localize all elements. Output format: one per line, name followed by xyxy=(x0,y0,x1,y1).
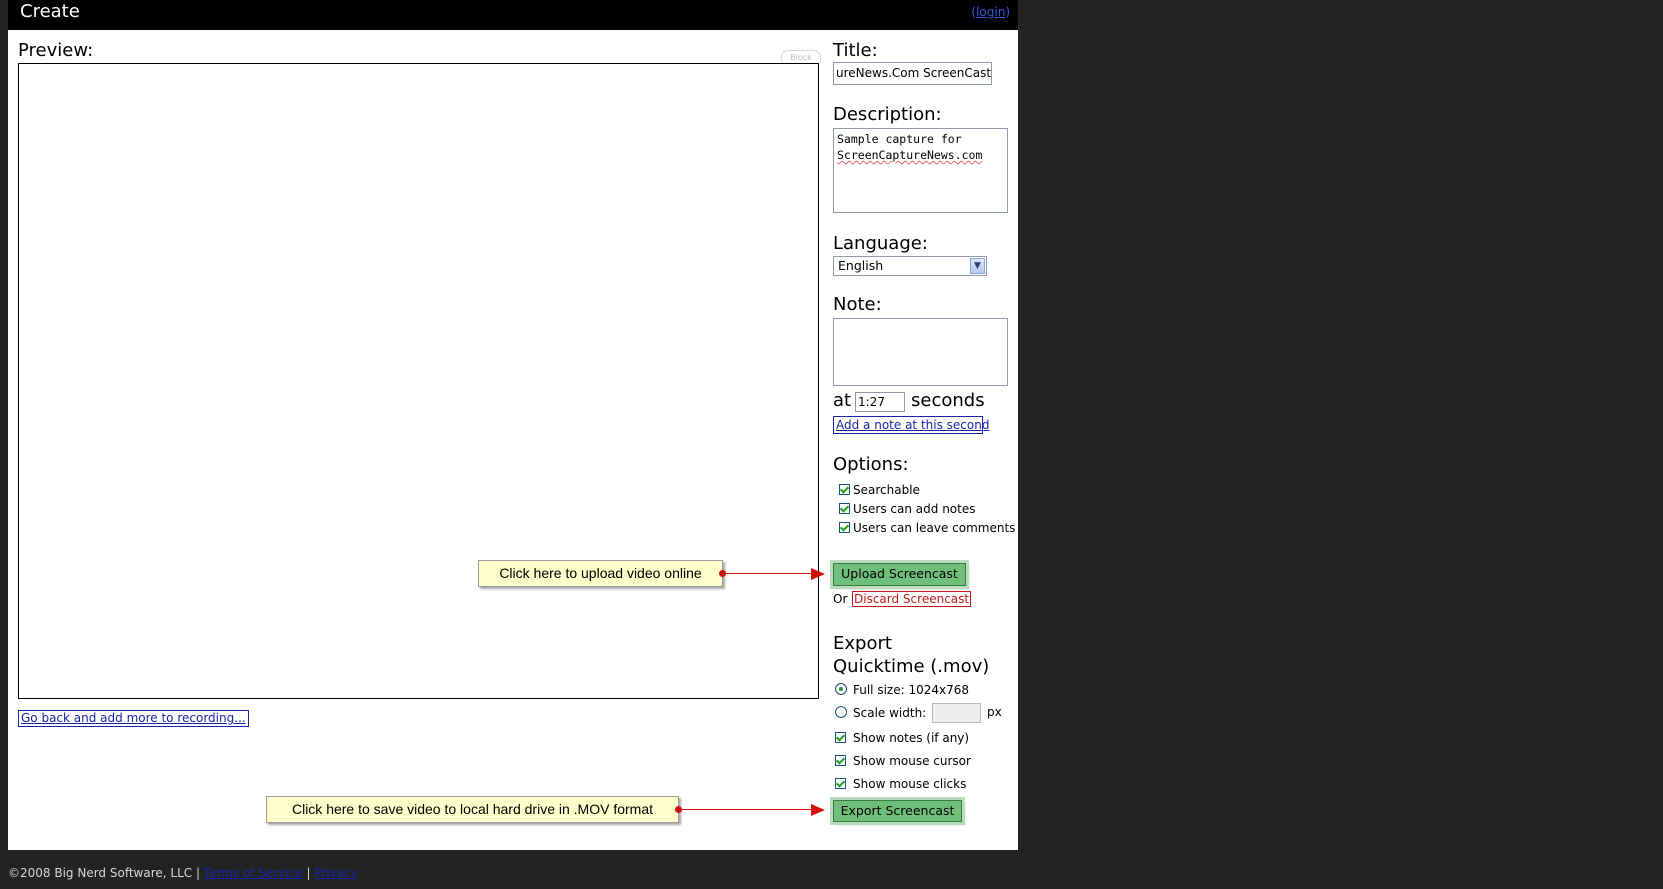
language-select[interactable]: English ▼ xyxy=(833,256,987,276)
add-note-button[interactable]: Add a note at this second xyxy=(833,416,989,434)
export-heading-line-1: Export xyxy=(833,633,892,654)
note-time-input[interactable]: 1:27 xyxy=(855,392,905,412)
language-label: Language: xyxy=(833,233,928,254)
option-label: Searchable xyxy=(853,483,920,497)
checkbox-checked-icon[interactable] xyxy=(839,503,850,514)
radio-unselected-icon[interactable] xyxy=(835,706,847,718)
footer-separator: | xyxy=(306,866,311,880)
title-label: Title: xyxy=(833,40,878,61)
upload-arrow-head xyxy=(811,568,825,580)
preview-label: Preview: xyxy=(18,40,94,61)
discard-row: Or Discard Screencast xyxy=(833,591,972,608)
language-value: English xyxy=(838,258,884,273)
checkbox-checked-icon[interactable] xyxy=(835,778,846,789)
show-clicks-label: Show mouse clicks xyxy=(853,777,967,791)
note-label: Note: xyxy=(833,294,882,315)
privacy-link[interactable]: Privacy xyxy=(314,866,357,880)
at-label: at xyxy=(833,390,852,411)
footer: ©2008 Big Nerd Software, LLC | Terms of … xyxy=(8,866,358,880)
px-label: px xyxy=(987,705,1002,719)
option-label: Users can add notes xyxy=(853,502,976,516)
page-title: Create xyxy=(20,1,80,22)
seconds-label: seconds xyxy=(911,390,985,411)
checkbox-checked-icon[interactable] xyxy=(839,484,850,495)
options-label: Options: xyxy=(833,454,909,475)
upload-screencast-button[interactable]: Upload Screencast xyxy=(833,563,966,586)
show-cursor-label: Show mouse cursor xyxy=(853,754,971,768)
footer-copyright: ©2008 Big Nerd Software, LLC | xyxy=(8,866,200,880)
checkbox-checked-icon[interactable] xyxy=(839,522,850,533)
go-back-link[interactable]: Go back and add more to recording... xyxy=(18,710,249,727)
preview-area[interactable] xyxy=(18,63,819,699)
export-arrow-line xyxy=(679,809,821,810)
title-input[interactable]: ureNews.Com ScreenCast xyxy=(833,62,992,85)
settings-sidebar: Title: ureNews.Com ScreenCast Descriptio… xyxy=(833,0,1016,850)
export-heading: Export Quicktime (.mov) xyxy=(833,632,989,678)
upload-arrow-line xyxy=(723,573,821,574)
terms-of-service-link[interactable]: Terms of Service xyxy=(204,866,303,880)
upload-callout: Click here to upload video online xyxy=(478,560,723,587)
description-textarea[interactable]: Sample capture for ScreenCaptureNews.com xyxy=(833,128,1008,213)
checkbox-checked-icon[interactable] xyxy=(835,732,846,743)
or-label: Or xyxy=(833,592,848,606)
description-line-2: ScreenCaptureNews.com xyxy=(837,148,983,162)
scale-width-input[interactable] xyxy=(932,703,981,723)
show-notes-label: Show notes (if any) xyxy=(853,731,970,745)
note-textarea[interactable] xyxy=(833,318,1008,386)
export-screencast-button[interactable]: Export Screencast xyxy=(833,800,962,822)
option-label: Users can leave comments xyxy=(853,521,1016,535)
scale-width-label: Scale width: xyxy=(853,706,927,720)
discard-screencast-link[interactable]: Discard Screencast xyxy=(852,591,972,607)
full-size-label: Full size: 1024x768 xyxy=(853,683,970,697)
export-heading-line-2: Quicktime (.mov) xyxy=(833,656,990,677)
chevron-down-icon[interactable]: ▼ xyxy=(970,258,985,274)
main-panel: Create (login) Preview: Block Go back an… xyxy=(8,0,1018,850)
checkbox-checked-icon[interactable] xyxy=(835,755,846,766)
export-callout: Click here to save video to local hard d… xyxy=(266,796,679,823)
description-line-1: Sample capture for xyxy=(837,132,962,146)
radio-selected-icon[interactable] xyxy=(835,683,847,695)
export-arrow-head xyxy=(811,804,825,816)
note-time-row: at 1:27 seconds xyxy=(833,390,985,414)
description-label: Description: xyxy=(833,104,942,125)
